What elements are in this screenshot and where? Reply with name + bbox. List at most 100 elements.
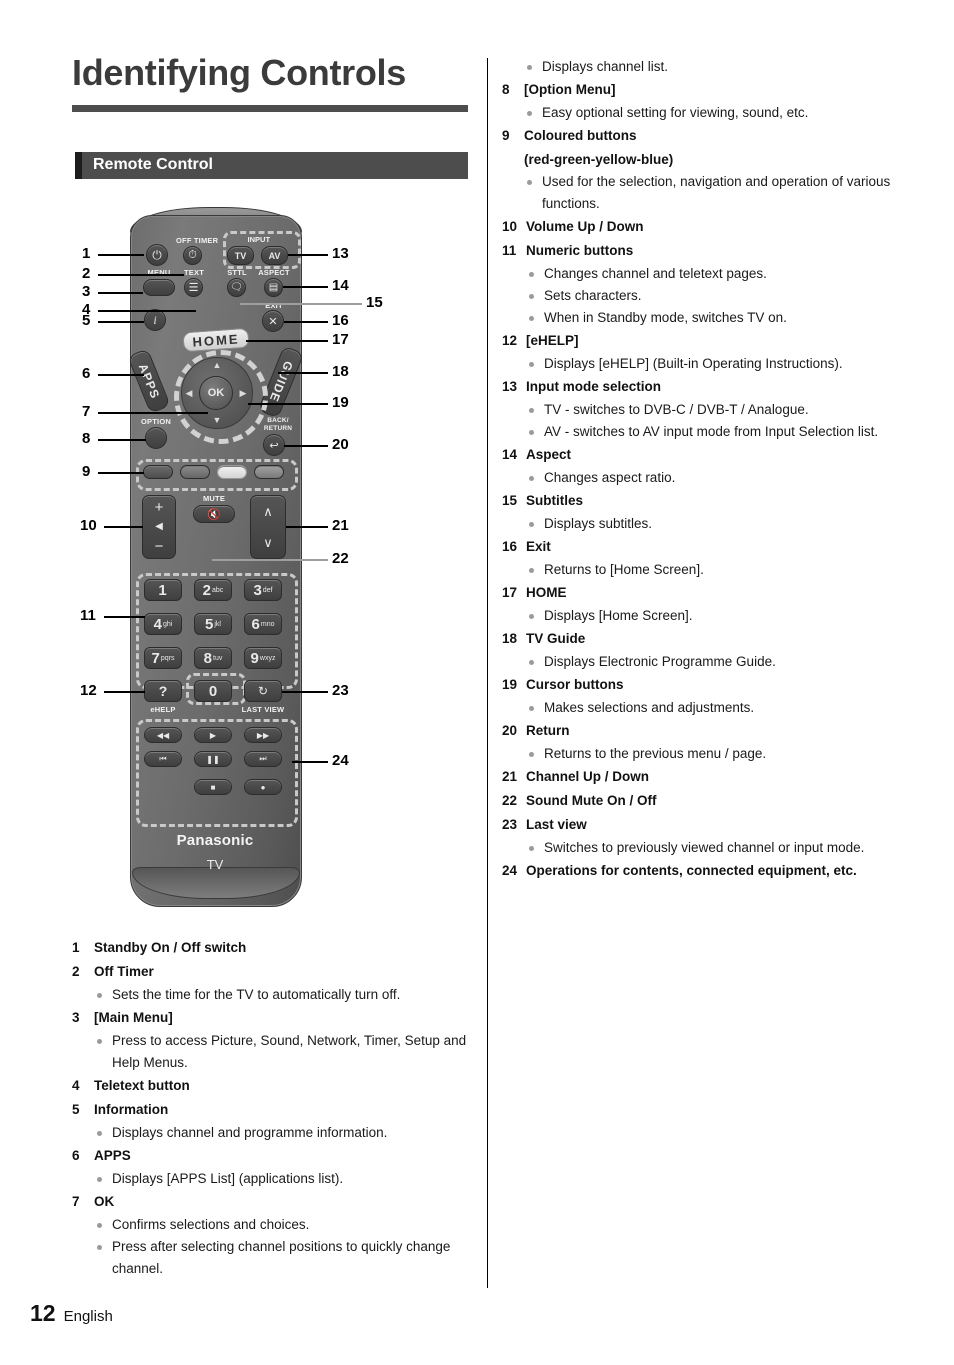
aspect-button[interactable]: ▤ — [264, 278, 283, 297]
entry-number: 14 — [502, 447, 518, 462]
entry-14: 14 Aspect Changes aspect ratio. — [502, 443, 902, 489]
pause-button[interactable]: ❚❚ — [194, 751, 232, 767]
bullet-item: Displays subtitles. — [502, 513, 902, 535]
volume-up-icon[interactable]: + — [155, 499, 164, 516]
callout-2-leader — [98, 274, 184, 276]
play-button[interactable]: ▶ — [194, 727, 232, 743]
entry-10: 10 Volume Up / Down — [502, 215, 902, 239]
callout-19-leader — [248, 403, 328, 405]
bullet-item: Changes channel and teletext pages. — [502, 263, 902, 285]
entry-bullets: Changes aspect ratio. — [502, 467, 902, 489]
subtitles-button[interactable]: 🗨 — [227, 278, 246, 297]
entry-number: 7 — [72, 1194, 80, 1209]
coloured-button-blue[interactable] — [254, 465, 284, 479]
numeric-key-0[interactable]: 0 — [194, 680, 232, 702]
entry-23: 23 Last view Switches to previously viewe… — [502, 813, 902, 859]
mute-label: MUTE — [202, 494, 226, 503]
coloured-button-green[interactable] — [180, 465, 210, 479]
cursor-down-icon[interactable]: ▼ — [208, 413, 226, 427]
tv-input-button[interactable]: TV — [227, 246, 254, 265]
skip-next-button[interactable]: ⏭ — [244, 751, 282, 767]
numeric-key-9[interactable]: 9 wxyz — [244, 647, 282, 669]
callout-24: 24 — [332, 752, 349, 769]
entry-title: HOME — [526, 585, 567, 600]
channel-rocker[interactable]: ∧ ∨ — [250, 495, 286, 559]
av-input-button[interactable]: AV — [261, 246, 288, 265]
entry-number: 10 — [502, 219, 518, 234]
speaker-icon: ◀ — [155, 521, 163, 533]
bullet-item: Changes aspect ratio. — [502, 467, 902, 489]
callout-5-leader — [98, 321, 144, 323]
entry-18: 18 TV Guide Displays Electronic Programme… — [502, 627, 902, 673]
entry-bullets: Switches to previously viewed channel or… — [502, 837, 902, 859]
back-return-line2: RETURN — [263, 425, 293, 432]
entry-title: Coloured buttons — [524, 128, 637, 143]
callout-12: 12 — [80, 682, 97, 699]
last-view-label: LAST VIEW — [241, 705, 285, 714]
column-divider — [487, 58, 488, 1288]
entry-number: 11 — [502, 243, 517, 258]
off-timer-button[interactable]: ⏱ — [183, 246, 202, 265]
channel-down-icon[interactable]: ∨ — [263, 535, 273, 551]
information-button[interactable]: i — [144, 309, 166, 331]
numeric-key-1[interactable]: 1 — [144, 579, 182, 601]
callout-14-leader — [283, 286, 328, 288]
numeric-key-3[interactable]: 3 def — [244, 579, 282, 601]
coloured-button-red[interactable] — [143, 465, 173, 479]
power-standby-button[interactable]: ⏻ — [146, 244, 168, 266]
callout-11: 11 — [80, 607, 96, 624]
fast-forward-button[interactable]: ▶▶ — [244, 727, 282, 743]
callout-4-leader — [98, 310, 196, 312]
last-view-button[interactable]: ↻ — [244, 680, 282, 702]
channel-up-icon[interactable]: ∧ — [263, 504, 273, 520]
coloured-button-yellow[interactable] — [217, 465, 247, 479]
numeric-key-5[interactable]: 5 jkl — [194, 613, 232, 635]
callout-15: 15 — [366, 294, 383, 311]
stop-button[interactable]: ■ — [194, 779, 232, 795]
numeric-key-8[interactable]: 8 tuv — [194, 647, 232, 669]
rewind-button[interactable]: ◀◀ — [144, 727, 182, 743]
document-page: Identifying Controls Remote Control OFF … — [0, 0, 954, 1365]
skip-previous-button[interactable]: ⏮ — [144, 751, 182, 767]
key-digit: 6 — [251, 615, 260, 633]
ehelp-button[interactable]: ? — [144, 680, 182, 702]
cursor-right-icon[interactable]: ▶ — [236, 385, 250, 401]
callout-13: 13 — [332, 245, 349, 262]
brand-logo: Panasonic — [176, 832, 254, 849]
entry-number: 2 — [72, 964, 80, 979]
exit-button[interactable]: ✕ — [262, 310, 284, 332]
sttl-label: STTL — [227, 268, 247, 277]
callout-7: 7 — [82, 403, 91, 420]
record-button[interactable]: ● — [244, 779, 282, 795]
callout-3: 3 — [82, 283, 91, 300]
option-button[interactable] — [145, 427, 167, 449]
key-digit: 2 — [202, 581, 212, 599]
entry-title: APPS — [94, 1148, 131, 1163]
mute-button[interactable]: 🔇 — [193, 505, 235, 523]
volume-rocker[interactable]: + ◀ − — [142, 495, 176, 559]
menu-button[interactable] — [143, 279, 175, 296]
callout-21: 21 — [332, 517, 349, 534]
entry-12: 12 [eHELP] Displays [eHELP] (Built-in Ope… — [502, 329, 902, 375]
entry-title: Volume Up / Down — [526, 219, 644, 234]
entry-number: 17 — [502, 585, 518, 600]
back-return-button[interactable]: ↩ — [263, 434, 285, 456]
cursor-left-icon[interactable]: ◀ — [182, 385, 196, 401]
entry-20: 20 Return Returns to the previous menu / … — [502, 719, 902, 765]
numeric-key-4[interactable]: 4 ghi — [144, 613, 182, 635]
callout-3-leader — [98, 292, 143, 294]
teletext-button[interactable]: ☰ — [184, 278, 203, 297]
key-letters: tuv — [213, 654, 223, 662]
entry-bullets: Sets the time for the TV to automaticall… — [72, 984, 472, 1006]
numeric-key-7[interactable]: 7 pqrs — [144, 647, 182, 669]
key-letters: pqrs — [160, 654, 175, 662]
key-letters: jkl — [214, 620, 221, 628]
numeric-key-2[interactable]: 2 abc — [194, 579, 232, 601]
cursor-up-icon[interactable]: ▲ — [208, 358, 226, 372]
entry-title: Exit — [526, 539, 551, 554]
callout-8-leader — [98, 439, 146, 441]
bullet-item: Sets the time for the TV to automaticall… — [72, 984, 472, 1006]
volume-down-icon[interactable]: − — [155, 538, 164, 555]
ok-button[interactable]: OK — [199, 376, 233, 410]
numeric-key-6[interactable]: 6 mno — [244, 613, 282, 635]
